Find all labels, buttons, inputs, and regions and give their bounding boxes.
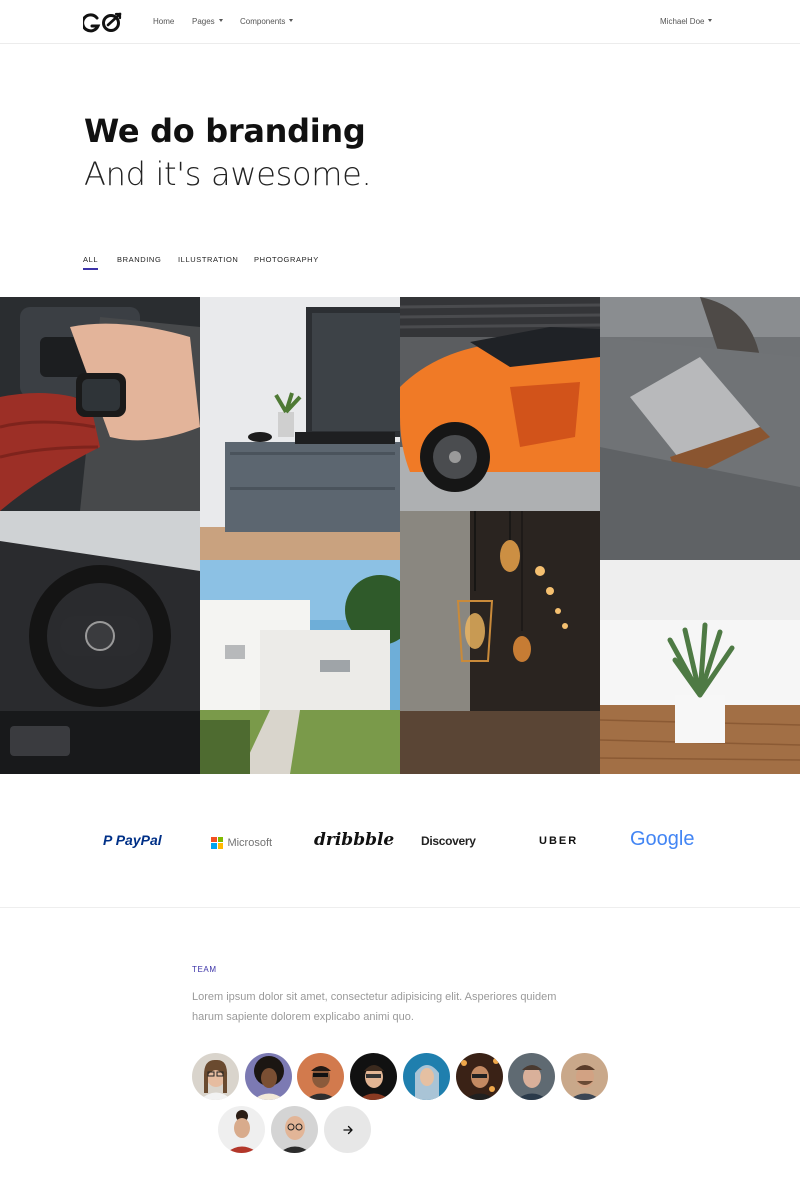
arrow-right-icon bbox=[342, 1125, 353, 1134]
nav-link-pages-label: Pages bbox=[192, 17, 215, 26]
gallery-item-plant[interactable] bbox=[600, 560, 800, 774]
team-avatar-4[interactable] bbox=[350, 1053, 397, 1100]
team-avatar-6[interactable] bbox=[456, 1053, 503, 1100]
team-avatar-9[interactable] bbox=[218, 1106, 265, 1153]
gallery-item-tv[interactable] bbox=[200, 297, 400, 560]
team-description: Lorem ipsum dolor sit amet, consectetur … bbox=[192, 991, 557, 1023]
portfolio-gallery bbox=[0, 297, 800, 774]
brand-logos: P PayPal Microsoft dribbble Discovery UB… bbox=[0, 820, 800, 862]
filter-illustration[interactable]: ILLUSTRATION bbox=[178, 255, 238, 264]
nav-link-pages[interactable]: Pages bbox=[192, 17, 223, 26]
nav-link-components-label: Components bbox=[240, 17, 286, 26]
team-section-label: TEAM bbox=[192, 965, 217, 974]
team-avatar-3[interactable] bbox=[297, 1053, 344, 1100]
gallery-item-lamps[interactable] bbox=[400, 511, 600, 774]
dribbble-logo: dribbble bbox=[314, 830, 395, 850]
uber-logo: UBER bbox=[539, 835, 579, 847]
team-avatar-2[interactable] bbox=[245, 1053, 292, 1100]
microsoft-text: Microsoft bbox=[227, 836, 273, 849]
google-logo: Google bbox=[630, 828, 695, 851]
gallery-item-laptop[interactable] bbox=[600, 297, 800, 560]
filter-photography[interactable]: PHOTOGRAPHY bbox=[254, 255, 319, 264]
chevron-down-icon bbox=[289, 19, 294, 23]
filter-branding[interactable]: BRANDING bbox=[117, 255, 161, 264]
gallery-item-house[interactable] bbox=[200, 560, 400, 774]
active-filter-underline bbox=[83, 268, 98, 270]
navbar: Home Pages Components Michael Doe bbox=[0, 0, 800, 44]
hero-subtitle: And it's awesome. bbox=[84, 155, 372, 193]
gallery-item-sports-car[interactable] bbox=[400, 297, 600, 511]
team-avatar-5[interactable] bbox=[403, 1053, 450, 1100]
go-logo[interactable] bbox=[83, 12, 123, 34]
hero-title: We do branding bbox=[84, 112, 366, 150]
team-more-button[interactable] bbox=[324, 1106, 371, 1153]
nav-link-home[interactable]: Home bbox=[153, 17, 174, 26]
paypal-icon: P bbox=[103, 832, 112, 848]
team-avatar-8[interactable] bbox=[561, 1053, 608, 1100]
filter-all[interactable]: ALL bbox=[83, 255, 98, 264]
gallery-item-steering-wheel[interactable] bbox=[0, 511, 200, 774]
paypal-logo: P PayPal bbox=[103, 832, 162, 848]
gallery-item-watch[interactable] bbox=[0, 297, 200, 511]
team-avatar-10[interactable] bbox=[271, 1106, 318, 1153]
paypal-text: PayPal bbox=[115, 832, 162, 848]
chevron-down-icon bbox=[708, 19, 713, 23]
nav-link-components[interactable]: Components bbox=[240, 17, 294, 26]
user-name: Michael Doe bbox=[660, 17, 705, 26]
microsoft-logo: Microsoft bbox=[211, 834, 272, 852]
team-avatar-1[interactable] bbox=[192, 1053, 239, 1100]
team-avatar-7[interactable] bbox=[508, 1053, 555, 1100]
chevron-down-icon bbox=[218, 19, 223, 23]
discovery-logo: Discovery bbox=[421, 832, 476, 850]
google-text: Google bbox=[630, 828, 695, 850]
user-menu[interactable]: Michael Doe bbox=[660, 17, 713, 26]
discovery-text: Discovery bbox=[421, 834, 476, 848]
section-divider bbox=[0, 907, 800, 908]
microsoft-icon bbox=[211, 836, 223, 849]
